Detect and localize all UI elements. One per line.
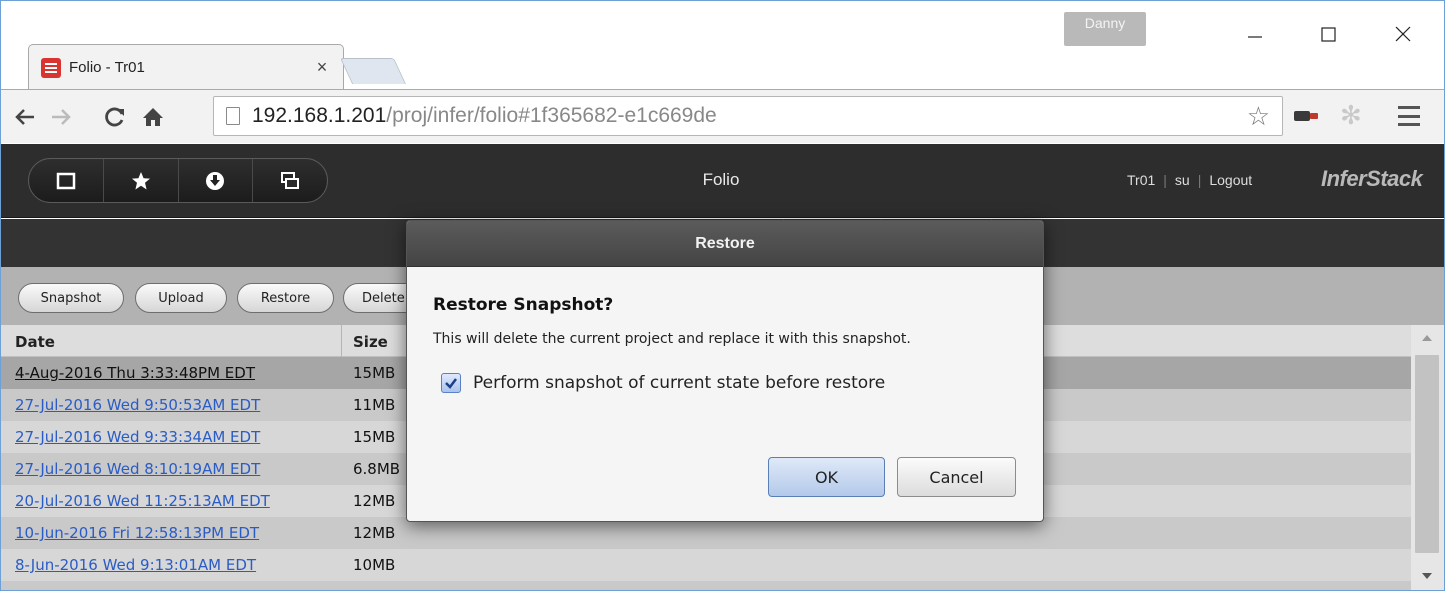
window-view-button[interactable] [29,159,104,202]
url-host: 192.168.1.201 [252,104,387,127]
role-link[interactable]: su [1175,172,1190,188]
restore-button[interactable]: Restore [237,283,334,313]
back-arrow-icon [15,109,34,125]
new-tab-button[interactable] [339,58,407,84]
snapshot-size: 15MB [353,428,396,446]
separator: | [1163,172,1167,188]
snapshot-date-link[interactable]: 10-Jun-2016 Fri 12:58:13PM EDT [15,524,259,542]
tab-title: Folio - Tr01 [69,59,145,76]
home-icon [143,108,163,126]
column-header-date[interactable]: Date [15,333,55,351]
snapshot-date-link[interactable]: 8-Jun-2016 Wed 9:13:01AM EDT [15,556,256,574]
windows-icon [281,171,300,189]
windows-button[interactable] [253,159,327,202]
dialog-message: This will delete the current project and… [433,331,911,347]
snapshot-size: 10MB [353,556,396,574]
scroll-up-arrow-icon[interactable] [1422,335,1432,341]
logout-link[interactable]: Logout [1209,172,1252,188]
snowflake-extension-icon[interactable]: ✻ [1340,100,1362,131]
forward-arrow-icon [52,109,71,125]
separator: | [1197,172,1202,188]
user-link[interactable]: Tr01 [1127,172,1155,188]
home-button[interactable] [136,100,170,134]
download-button[interactable] [179,159,254,202]
download-circle-icon [206,171,225,190]
extension-icon[interactable] [1290,104,1324,128]
snapshot-size: 11MB [353,396,396,414]
snapshot-button[interactable]: Snapshot [18,283,124,313]
square-icon [56,172,76,189]
snapshot-date-link[interactable]: 4-Aug-2016 Thu 3:33:48PM EDT [15,364,255,382]
page-icon [226,107,240,125]
checkmark-icon [445,378,457,389]
minimize-icon [1248,36,1262,38]
reload-icon [105,107,124,127]
profile-badge[interactable]: Danny [1064,12,1146,46]
upload-button[interactable]: Upload [135,283,227,313]
browser-tab[interactable]: Folio - Tr01 × [28,44,344,90]
star-icon [131,171,150,189]
column-divider [341,325,342,357]
bookmark-star-icon[interactable]: ☆ [1247,101,1270,132]
cancel-button[interactable]: Cancel [897,457,1016,497]
snapshot-date-link[interactable]: 27-Jul-2016 Wed 8:10:19AM EDT [15,460,260,478]
url-path: /proj/infer/folio#1f365682-e1c669de [386,104,717,127]
snapshot-date-link[interactable]: 27-Jul-2016 Wed 9:33:34AM EDT [15,428,260,446]
header-button-group [28,158,328,203]
dialog-heading: Restore Snapshot? [433,295,614,315]
browser-toolbar: 192.168.1.201/proj/infer/folio#1f365682-… [0,89,1445,143]
reload-button[interactable] [98,100,132,134]
maximize-icon [1321,27,1336,42]
restore-dialog: Restore Restore Snapshot? This will dele… [406,220,1044,522]
brand-logo: InferStack [1321,166,1423,191]
table-scrollbar[interactable] [1411,325,1444,591]
browser-menu-icon[interactable] [1398,106,1420,126]
scroll-down-arrow-icon[interactable] [1422,573,1432,579]
app-title: Folio [702,170,740,189]
table-row[interactable]: 8-Jun-2016 Wed 9:13:01AM EDT 10MB [1,549,1411,581]
snapshot-date-link[interactable]: 20-Jul-2016 Wed 11:25:13AM EDT [15,492,270,510]
snapshot-size: 15MB [353,364,396,382]
maximize-button[interactable] [1309,14,1349,54]
tab-close-icon[interactable]: × [313,57,331,78]
minimize-button[interactable] [1235,14,1275,54]
user-links: Tr01 | su | Logout [1127,172,1252,188]
address-bar[interactable]: 192.168.1.201/proj/infer/folio#1f365682-… [213,96,1283,136]
column-header-size[interactable]: Size [353,333,388,351]
back-button[interactable] [8,100,42,134]
dialog-title: Restore [407,221,1043,267]
ok-button[interactable]: OK [768,457,885,497]
forward-button[interactable] [44,100,78,134]
close-window-button[interactable] [1383,14,1423,54]
app-header: Folio Tr01 | su | Logout InferStack [1,144,1444,218]
checkbox-label[interactable]: Perform snapshot of current state before… [473,373,885,393]
snapshot-before-restore-checkbox[interactable] [441,373,461,393]
snapshot-before-restore-option[interactable]: Perform snapshot of current state before… [441,373,885,393]
close-icon [1395,26,1411,42]
favorites-button[interactable] [104,159,179,202]
folio-favicon-icon [41,57,61,78]
snapshot-size: 6.8MB [353,460,401,478]
scroll-thumb[interactable] [1415,355,1439,553]
snapshot-size: 12MB [353,492,396,510]
snapshot-date-link[interactable]: 27-Jul-2016 Wed 9:50:53AM EDT [15,396,260,414]
snapshot-size: 12MB [353,524,396,542]
